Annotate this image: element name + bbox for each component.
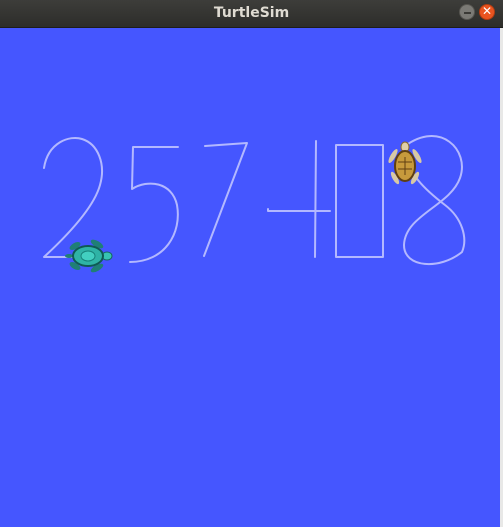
- stroke-digit-7: [203, 142, 248, 257]
- stroke-digit-0: [335, 144, 384, 258]
- window-title: TurtleSim: [213, 5, 290, 21]
- title-bar[interactable]: TurtleSim ✕: [0, 0, 503, 28]
- turtle-canvas: [0, 28, 500, 527]
- close-icon[interactable]: ✕: [479, 4, 495, 20]
- drawing-surface: [43, 135, 466, 273]
- stroke-digit-4: [267, 140, 331, 258]
- stroke-digit-5: [129, 146, 179, 263]
- turtle-green-icon: [65, 239, 113, 273]
- minimize-icon[interactable]: [459, 4, 475, 20]
- stroke-digit-2: [43, 137, 103, 258]
